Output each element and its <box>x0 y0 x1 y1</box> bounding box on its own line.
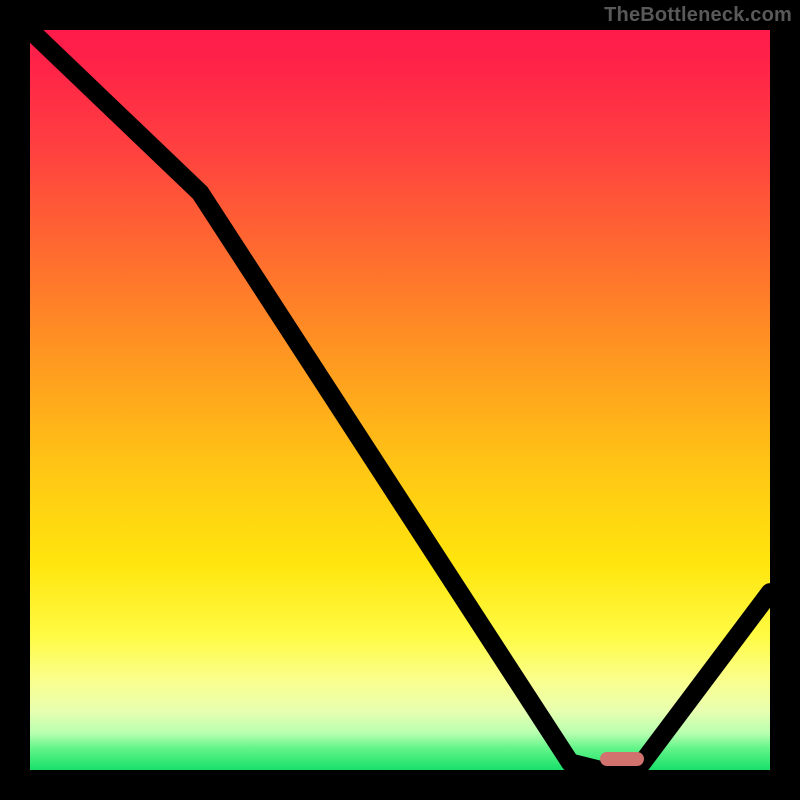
plot-area <box>30 30 770 770</box>
chart-stage: TheBottleneck.com <box>0 0 800 800</box>
bottleneck-curve <box>30 30 770 770</box>
optimal-range-marker <box>600 752 644 766</box>
curve-svg <box>30 30 770 770</box>
attribution-watermark: TheBottleneck.com <box>604 4 792 27</box>
